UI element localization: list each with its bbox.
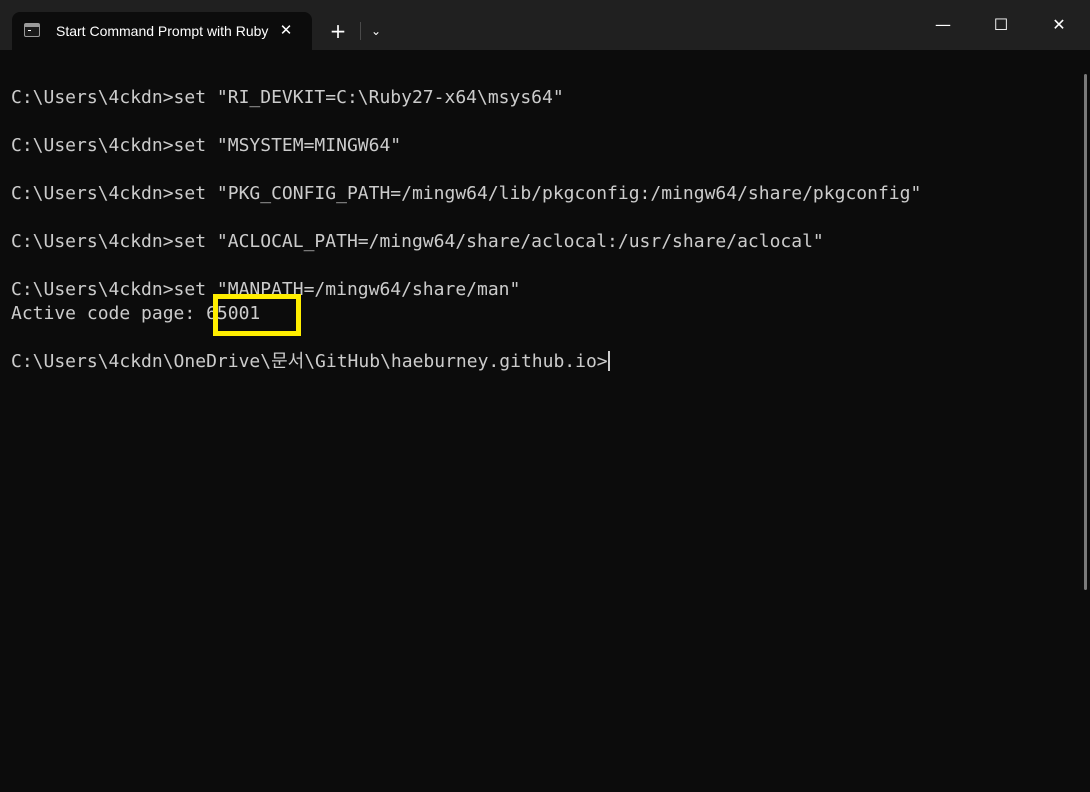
code-page-highlight: [213, 294, 301, 336]
terminal-line: C:\Users\4ckdn>set "RI_DEVKIT=C:\Ruby27-…: [11, 87, 564, 108]
terminal-output[interactable]: C:\Users\4ckdn>set "RI_DEVKIT=C:\Ruby27-…: [0, 50, 1080, 792]
tab-command-prompt[interactable]: Start Command Prompt with Ruby ✕: [12, 12, 312, 50]
terminal-line: C:\Users\4ckdn>set "PKG_CONFIG_PATH=/min…: [11, 183, 922, 204]
scrollbar[interactable]: [1080, 74, 1090, 590]
terminal-line: C:\Users\4ckdn>set "MSYSTEM=MINGW64": [11, 135, 402, 156]
terminal-window: Start Command Prompt with Ruby ✕ + ⌄ — ☐…: [0, 0, 1090, 792]
prompt-text: C:\Users\4ckdn\OneDrive\문서\GitHub\haebur…: [11, 351, 608, 372]
maximize-button[interactable]: ☐: [972, 0, 1030, 50]
chevron-down-icon[interactable]: ⌄: [362, 17, 390, 45]
text-cursor: [607, 351, 610, 371]
tab-title: Start Command Prompt with Ruby: [56, 23, 269, 39]
title-bar: Start Command Prompt with Ruby ✕ + ⌄ — ☐…: [0, 0, 1090, 50]
scrollbar-thumb[interactable]: [1084, 74, 1087, 590]
close-tab-icon[interactable]: ✕: [274, 17, 298, 43]
minimize-button[interactable]: —: [914, 0, 972, 50]
terminal-line: C:\Users\4ckdn>set "ACLOCAL_PATH=/mingw6…: [11, 231, 824, 252]
new-tab-button[interactable]: +: [322, 17, 354, 45]
console-icon: [24, 23, 40, 37]
close-window-button[interactable]: ✕: [1030, 0, 1088, 50]
tab-divider: [360, 22, 361, 40]
prompt-line: C:\Users\4ckdn\OneDrive\문서\GitHub\haebur…: [11, 350, 610, 374]
